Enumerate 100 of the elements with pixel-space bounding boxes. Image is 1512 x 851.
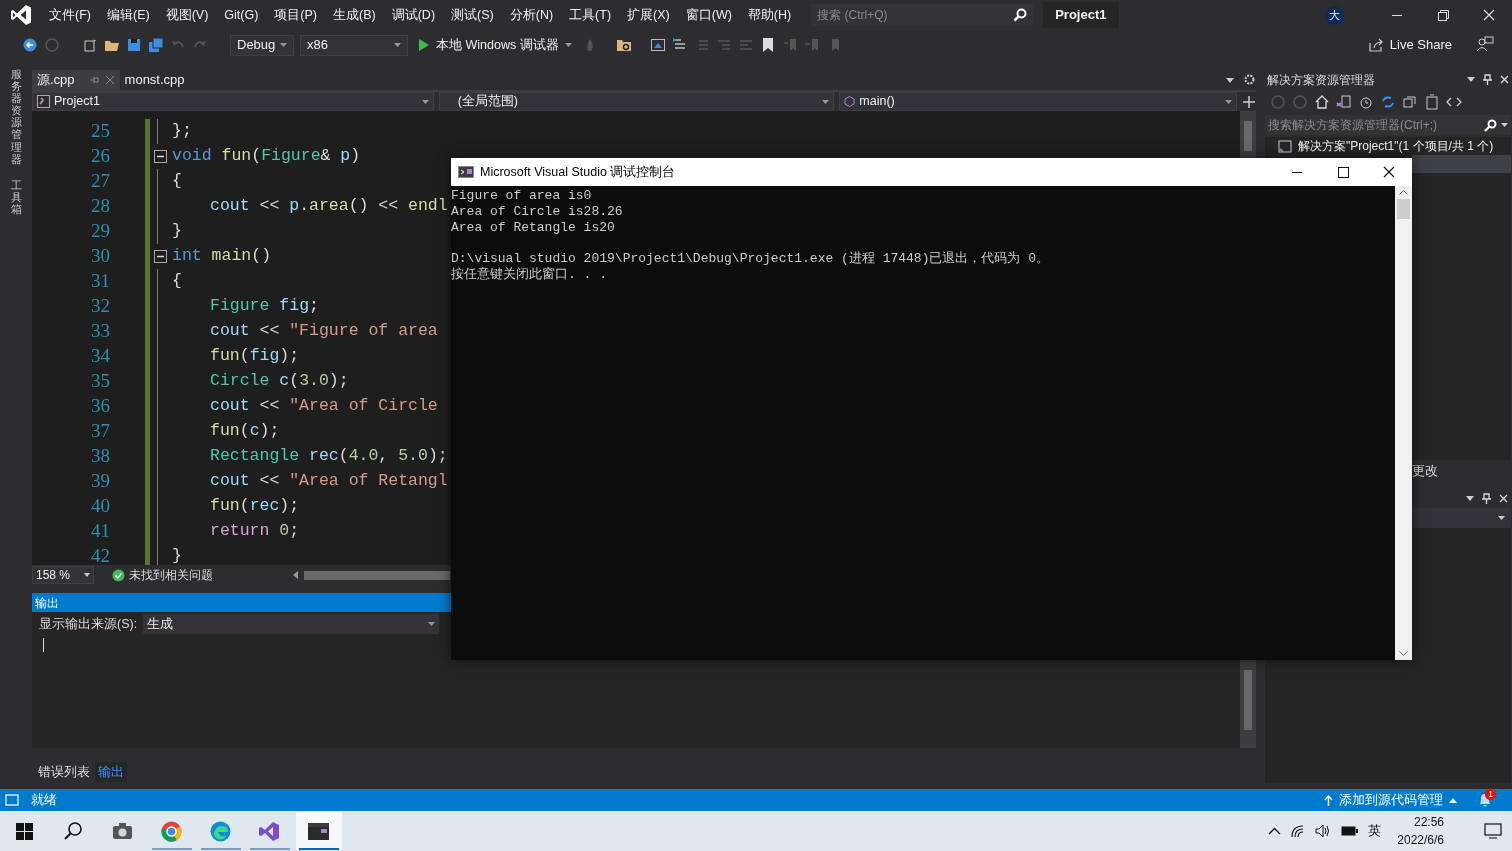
caret-icon — [1449, 797, 1457, 803]
side-tab[interactable]: 工具箱 — [10, 178, 22, 216]
panel-tab[interactable]: 更改 — [1412, 461, 1438, 481]
console-icon — [458, 166, 474, 178]
scrollbar-thumb[interactable] — [1244, 121, 1252, 151]
line-number: 41 — [91, 519, 110, 544]
caret-icon — [1498, 516, 1505, 520]
document-tab[interactable]: 源.cpp — [32, 70, 120, 90]
battery-icon[interactable] — [1341, 826, 1359, 836]
console-line: 按任意键关闭此窗口. . . — [451, 267, 608, 283]
check-circle-icon — [112, 568, 125, 582]
notification-center-icon[interactable] — [1484, 823, 1502, 839]
save-all-icon[interactable] — [148, 37, 164, 53]
chevron-up-icon[interactable] — [1268, 827, 1282, 835]
save-icon[interactable] — [126, 37, 142, 53]
project-icon — [37, 95, 50, 108]
source-control-button[interactable]: 添加到源代码管理 — [1324, 790, 1457, 810]
issues-status[interactable]: 未找到相关问题 — [129, 566, 213, 584]
menu-item[interactable]: 编辑(E) — [98, 1, 158, 29]
folder-search-icon[interactable] — [615, 37, 632, 53]
scrollbar[interactable] — [1395, 186, 1412, 660]
run-button[interactable]: 本地 Windows 调试器 — [414, 34, 576, 56]
play-icon — [418, 38, 430, 52]
scrollbar-thumb[interactable] — [304, 570, 450, 580]
search-icon — [1013, 8, 1028, 22]
line-number: 32 — [91, 294, 110, 319]
menu-item[interactable]: 项目(P) — [266, 1, 325, 29]
menu-item[interactable]: 调试(D) — [383, 1, 444, 29]
console-window[interactable]: Microsoft Visual Studio 调试控制台 Figure of area is0 Area of Circle is28.26 Area of Retangle is20 D:\visual studio 2019\Project1\Debug\Project1.exe (进程 17448)已退出，代码为 0。 按任意键关闭此窗口. . . — [451, 158, 1412, 660]
caret-icon[interactable] — [1467, 77, 1475, 82]
history-icon[interactable] — [1358, 94, 1374, 110]
project-dropdown[interactable]: Project1 — [32, 92, 434, 111]
refresh-icon[interactable] — [1380, 94, 1396, 110]
panel-tab[interactable]: 输出 — [95, 761, 127, 783]
caret-icon[interactable] — [1501, 123, 1508, 127]
output-source-dropdown[interactable]: 生成 — [143, 614, 440, 634]
back-icon[interactable] — [22, 37, 38, 53]
panel-tab[interactable]: 错误列表 — [35, 761, 93, 783]
line-number: 25 — [91, 119, 110, 144]
solution-icon[interactable] — [1336, 94, 1352, 110]
configuration-dropdown[interactable]: Debug — [230, 34, 294, 56]
feedback-icon[interactable] — [1476, 36, 1494, 54]
up-arrow-icon — [1324, 794, 1333, 806]
line-number: 31 — [91, 269, 110, 294]
platform-dropdown[interactable]: x86 — [300, 34, 408, 56]
code-line: } — [171, 545, 182, 565]
notification-button[interactable]: 1 — [1477, 792, 1493, 808]
wifi-icon[interactable] — [1291, 824, 1306, 838]
scroll-down-icon[interactable] — [1399, 651, 1408, 656]
console-line: Figure of area is0 — [451, 188, 593, 204]
collapse-icon[interactable] — [153, 250, 167, 263]
scroll-up-icon[interactable] — [1399, 190, 1408, 195]
collapse-all-icon[interactable] — [1402, 94, 1418, 110]
code-line: fun(c); — [209, 420, 280, 443]
scrollbar-thumb[interactable] — [1397, 199, 1410, 219]
copy-icon[interactable] — [1424, 94, 1440, 110]
caret-icon[interactable] — [1226, 78, 1234, 83]
live-share-button[interactable]: Live Share — [1367, 35, 1452, 55]
browser-window-icon[interactable] — [649, 37, 666, 53]
pin-icon[interactable] — [1483, 74, 1492, 85]
scroll-left-icon[interactable] — [293, 571, 298, 579]
menu-item[interactable]: 帮助(H) — [739, 1, 800, 29]
menu-item[interactable]: 窗口(W) — [677, 1, 740, 29]
menu-item[interactable]: 扩展(X) — [619, 1, 678, 29]
caret-icon[interactable] — [1466, 495, 1474, 501]
scrollbar-thumb[interactable] — [1244, 670, 1252, 730]
taskbar-button[interactable] — [295, 812, 342, 850]
settings-icon[interactable] — [1244, 74, 1255, 85]
menu-item[interactable]: Git(G) — [216, 1, 267, 29]
panel-icon — [5, 794, 19, 806]
document-tab[interactable]: monst.cpp — [119, 70, 198, 90]
zoom-dropdown[interactable]: 158 % — [32, 566, 94, 584]
pin-icon[interactable] — [1482, 492, 1491, 504]
menu-item[interactable]: 生成(B) — [325, 1, 384, 29]
menu-item[interactable]: 文件(F) — [41, 1, 99, 29]
console-line: Area of Retangle is20 — [451, 220, 616, 236]
line-number: 37 — [91, 419, 110, 444]
input-method-indicator[interactable]: 英 — [1368, 821, 1382, 841]
home-icon[interactable] — [1314, 94, 1330, 110]
menu-item[interactable]: 视图(V) — [157, 1, 217, 29]
menu-item[interactable]: 工具(T) — [561, 1, 620, 29]
share-icon — [1367, 37, 1384, 53]
side-tab[interactable]: 服务器资源管理器 — [10, 68, 22, 165]
field-label: 显示输出来源(S): — [39, 615, 138, 633]
menu-item[interactable]: 分析(N) — [501, 1, 562, 29]
search-icon — [1484, 118, 1497, 132]
caret-icon — [822, 99, 830, 104]
member-dropdown[interactable]: main() — [839, 92, 1237, 111]
account-avatar[interactable]: 大 — [1325, 5, 1344, 25]
clock[interactable]: 22:56 2022/6/6 — [1397, 813, 1444, 849]
scope-dropdown[interactable]: (全局范围) — [438, 92, 835, 111]
new-item-icon[interactable] — [82, 37, 98, 53]
volume-icon[interactable] — [1315, 824, 1332, 838]
tree-item[interactable]: 解决方案"Project1"(1 个项目/共 1 个) — [1265, 137, 1511, 155]
collapse-icon[interactable] — [153, 150, 167, 163]
code-line: int main() — [171, 245, 272, 268]
code-line: Circle c(3.0); — [209, 370, 349, 393]
split-icon[interactable] — [1242, 94, 1256, 109]
caret-icon — [394, 43, 401, 47]
menu-item[interactable]: 测试(S) — [443, 1, 502, 29]
